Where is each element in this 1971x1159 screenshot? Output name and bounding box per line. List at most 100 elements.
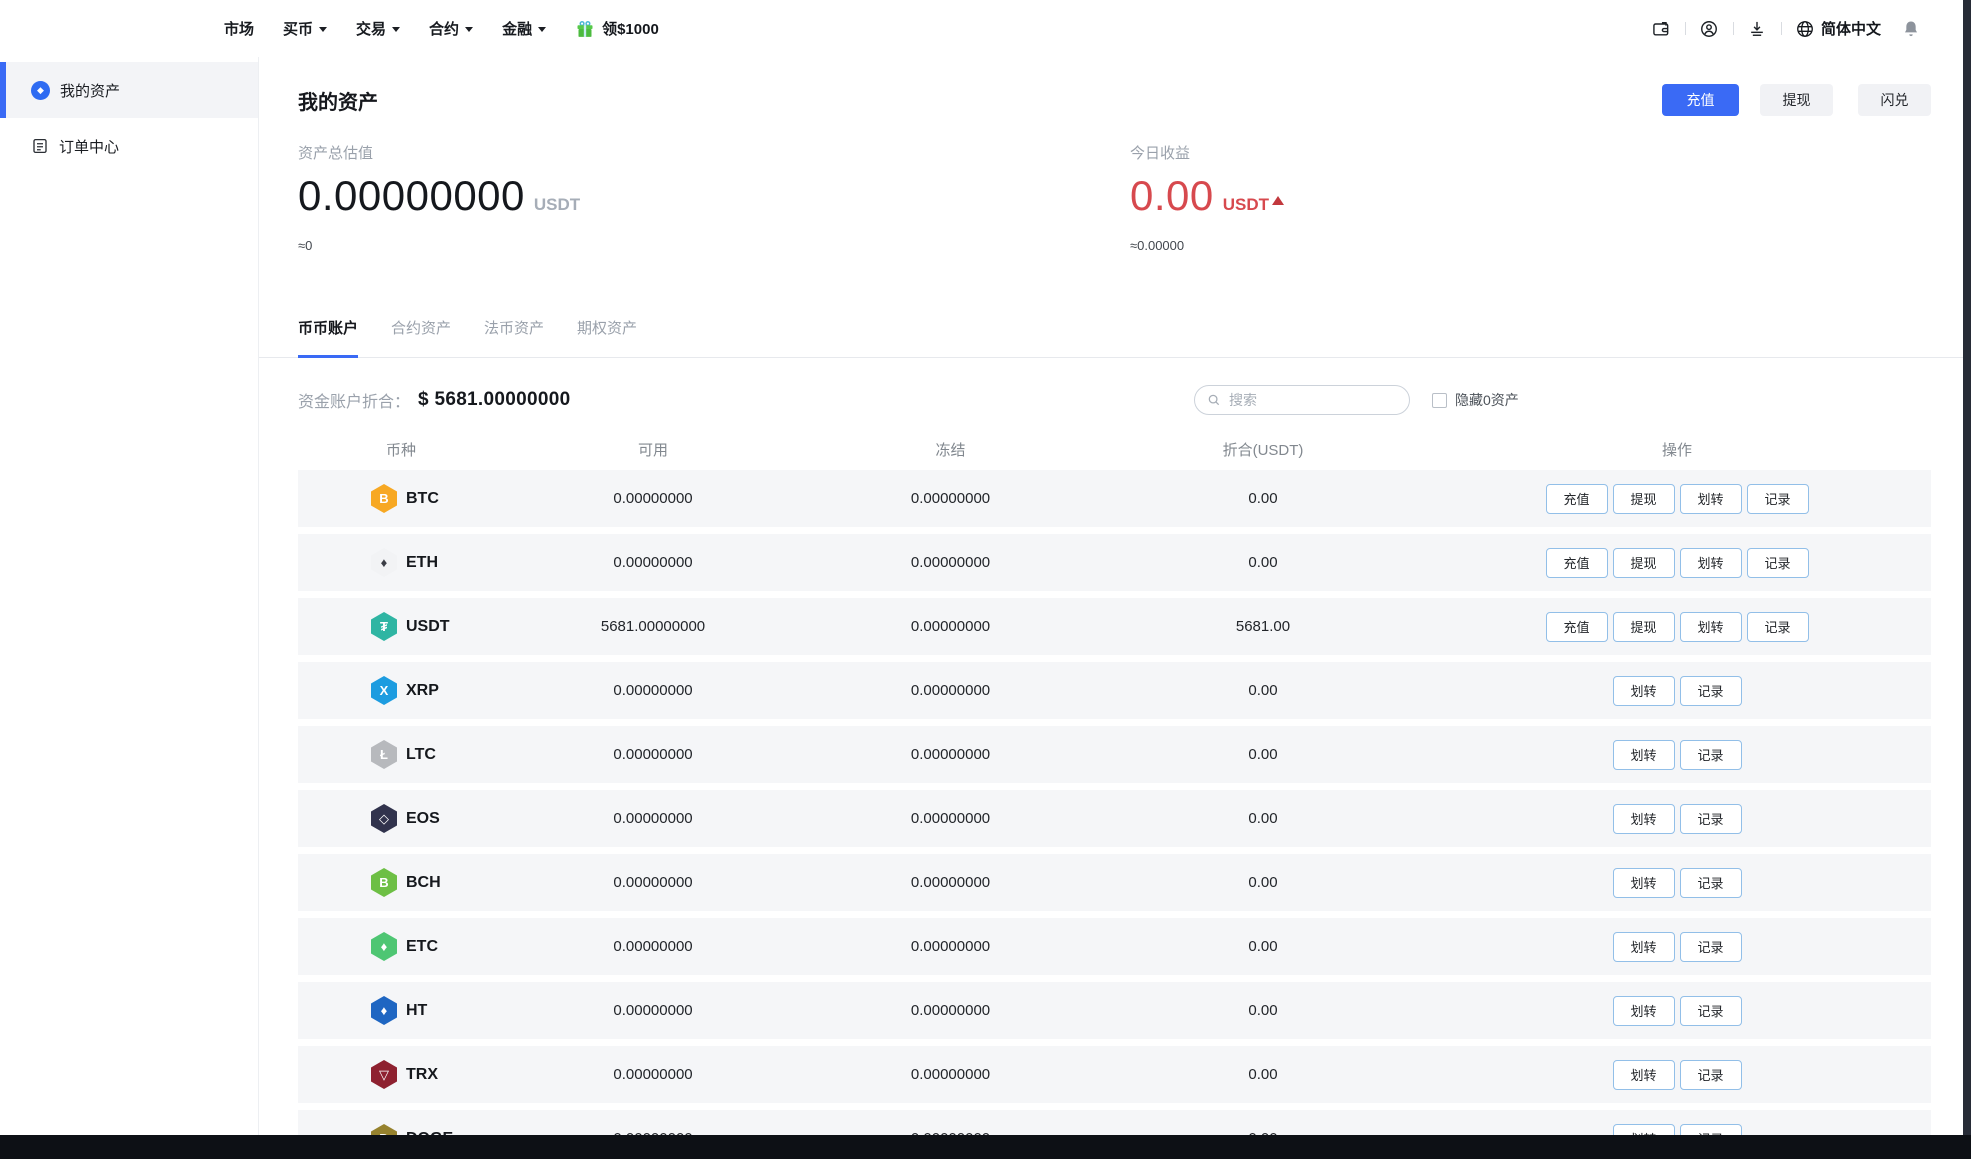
nav-label: 市场 [224, 21, 255, 38]
transfer-button[interactable]: 划转 [1612, 1059, 1675, 1090]
transfer-button[interactable]: 划转 [1679, 611, 1742, 642]
transfer-button[interactable]: 划转 [1612, 1123, 1675, 1135]
available-balance: 0.00000000 [613, 874, 693, 891]
coin-name: LTC [406, 745, 436, 763]
record-button[interactable]: 记录 [1679, 995, 1742, 1026]
flash-convert-button[interactable]: 闪兑 [1858, 84, 1931, 116]
transfer-button[interactable]: 划转 [1612, 803, 1675, 834]
record-button[interactable]: 记录 [1679, 931, 1742, 962]
available-balance: 0.00000000 [613, 746, 693, 763]
deposit-button[interactable]: 充值 [1545, 483, 1608, 514]
today-pnl-unit: USDT [1222, 195, 1270, 214]
frozen-balance: 0.00000000 [910, 810, 991, 827]
search-input[interactable] [1229, 392, 1397, 408]
coin-icon: X [371, 676, 397, 705]
row-actions: 划转记录 [1423, 1059, 1931, 1090]
converted-value: 0.00 [1248, 554, 1278, 571]
account-total-label: 资金账户折合： [298, 394, 411, 411]
coin-icon: ◇ [371, 804, 397, 833]
converted-value: 0.00 [1248, 682, 1278, 699]
record-button[interactable]: 记录 [1679, 739, 1742, 770]
record-button[interactable]: 记录 [1746, 611, 1809, 642]
coin-name: TRX [406, 1065, 438, 1083]
tab-fiat-assets[interactable]: 法币资产 [484, 317, 544, 357]
today-pnl-stat: 今日收益 0.00 USDT ≈0.00000 [1130, 142, 1285, 253]
wallet-icon[interactable] [1651, 18, 1672, 39]
converted-value: 0.00 [1248, 810, 1278, 827]
converted-value: 0.00 [1248, 1066, 1278, 1083]
account-total-value: $ 5681.00000000 [418, 389, 571, 410]
page-title: 我的资产 [298, 91, 378, 114]
search-icon [1208, 394, 1220, 406]
withdraw-button[interactable]: 提现 [1760, 84, 1833, 116]
nav-item-market[interactable]: 市场 [224, 18, 254, 39]
bell-icon[interactable] [1900, 18, 1921, 39]
tab-spot-account[interactable]: 币币账户 [298, 317, 359, 358]
tab-option-assets[interactable]: 期权资产 [577, 317, 637, 357]
record-button[interactable]: 记录 [1746, 547, 1809, 578]
header-available: 可用 [637, 441, 668, 459]
row-actions: 划转记录 [1423, 675, 1931, 706]
hide-zero-checkbox[interactable] [1432, 392, 1447, 408]
trend-up-icon [1272, 196, 1285, 205]
row-actions: 划转记录 [1423, 803, 1931, 834]
transfer-button[interactable]: 划转 [1612, 867, 1675, 898]
table-row: Ł LTC 0.00000000 0.00000000 0.00 划转 记录 [298, 726, 1931, 783]
nav-label: 金融 [502, 21, 533, 38]
transfer-button[interactable]: 划转 [1612, 931, 1675, 962]
frozen-balance: 0.00000000 [910, 1002, 991, 1019]
transfer-button[interactable]: 划转 [1612, 995, 1675, 1026]
record-button[interactable]: 记录 [1679, 1123, 1742, 1135]
deposit-button[interactable]: 充值 [1545, 547, 1608, 578]
tab-contract-assets[interactable]: 合约资产 [391, 317, 451, 357]
coin-name: BCH [406, 873, 441, 891]
table-row: X XRP 0.00000000 0.00000000 0.00 划转 记录 [298, 662, 1931, 719]
nav-item-trade[interactable]: 交易 [356, 18, 401, 39]
sidebar-item-order-center[interactable]: 订单中心 [0, 118, 258, 174]
transfer-button[interactable]: 划转 [1679, 547, 1742, 578]
converted-value: 0.00 [1248, 1002, 1278, 1019]
withdraw-button[interactable]: 提现 [1612, 483, 1675, 514]
sidebar-item-my-assets[interactable]: ◆ 我的资产 [0, 62, 258, 118]
withdraw-button[interactable]: 提现 [1612, 611, 1675, 642]
transfer-button[interactable]: 划转 [1612, 675, 1675, 706]
nav-item-buy[interactable]: 买币 [283, 18, 328, 39]
header-frozen: 冻结 [935, 441, 966, 459]
available-balance: 0.00000000 [613, 554, 693, 571]
sidebar: ◆ 我的资产 订单中心 [0, 57, 259, 1135]
promo-bonus-link[interactable]: 领$1000 [575, 18, 659, 39]
record-button[interactable]: 记录 [1746, 483, 1809, 514]
transfer-button[interactable]: 划转 [1679, 483, 1742, 514]
record-button[interactable]: 记录 [1679, 803, 1742, 834]
search-box[interactable] [1194, 385, 1410, 415]
nav-item-contract[interactable]: 合约 [429, 18, 474, 39]
chevron-down-icon [319, 27, 328, 32]
table-row: ♦ HT 0.00000000 0.00000000 0.00 划转 记录 [298, 982, 1931, 1039]
record-button[interactable]: 记录 [1679, 675, 1742, 706]
promo-label: 领$1000 [602, 21, 659, 38]
record-button[interactable]: 记录 [1679, 1059, 1742, 1090]
download-icon[interactable] [1747, 18, 1768, 39]
total-assets-unit: USDT [533, 195, 581, 214]
available-balance: 5681.00000000 [600, 618, 706, 635]
hide-zero-label: 隐藏0资产 [1455, 392, 1519, 408]
record-button[interactable]: 记录 [1679, 867, 1742, 898]
coin-icon: ♦ [371, 548, 397, 577]
language-selector[interactable]: 简体中文 [1795, 18, 1881, 39]
table-row: B BCH 0.00000000 0.00000000 0.00 划转 记录 [298, 854, 1931, 911]
divider [1684, 22, 1686, 35]
profile-icon[interactable] [1699, 18, 1720, 39]
transfer-button[interactable]: 划转 [1612, 739, 1675, 770]
table-row: ₮ USDT 5681.00000000 0.00000000 5681.00 … [298, 598, 1931, 655]
deposit-button[interactable]: 充值 [1662, 84, 1739, 116]
table-body: B BTC 0.00000000 0.00000000 0.00 充值 提现 划转记… [298, 470, 1931, 1135]
total-assets-value: 0.00000000 [298, 172, 525, 219]
coin-icon: ₮ [371, 612, 397, 641]
withdraw-button[interactable]: 提现 [1612, 547, 1675, 578]
account-tabs: 币币账户 合约资产 法币资产 期权资产 [259, 317, 1971, 358]
deposit-button[interactable]: 充值 [1545, 611, 1608, 642]
total-assets-label: 资产总估值 [298, 145, 374, 162]
nav-label: 交易 [356, 21, 387, 38]
hide-zero-toggle[interactable]: 隐藏0资产 [1432, 390, 1519, 410]
nav-item-finance[interactable]: 金融 [502, 18, 547, 39]
